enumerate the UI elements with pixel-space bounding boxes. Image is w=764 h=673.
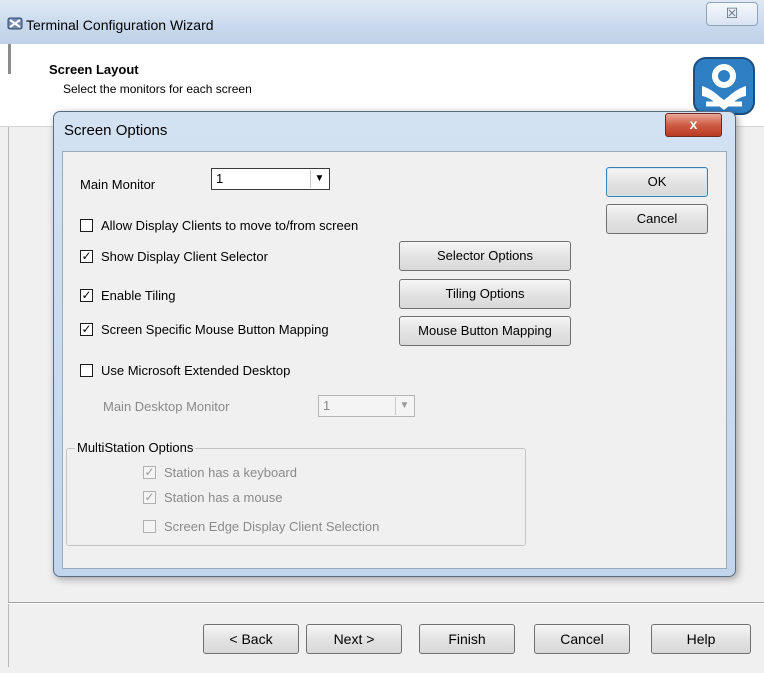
back-button[interactable]: < Back [203,624,299,654]
close-icon: ☒ [725,5,739,21]
dialog-cancel-button[interactable]: Cancel [606,204,708,234]
main-monitor-select[interactable]: 1 ▼ [211,168,330,190]
show-selector-checkbox[interactable]: ✓ [80,250,93,263]
main-monitor-value: 1 [216,171,224,186]
header-divider [8,44,11,74]
edge-selection-checkbox[interactable] [143,520,156,533]
dialog-close-button[interactable]: x [665,113,722,137]
thinmanager-logo-icon [693,57,755,115]
allow-move-checkbox[interactable] [80,219,93,232]
wizard-close-button[interactable]: ☒ [706,2,758,26]
main-desktop-monitor-select[interactable]: 1 ▼ [318,395,415,417]
page-title: Screen Layout [49,62,139,77]
edge-selection-label: Screen Edge Display Client Selection [164,519,380,534]
mouse-mapping-label: Screen Specific Mouse Button Mapping [101,322,329,337]
footer-separator [8,602,764,604]
main-desktop-monitor-value: 1 [323,398,331,413]
enable-tiling-checkbox[interactable]: ✓ [80,289,93,302]
main-desktop-monitor-label: Main Desktop Monitor [103,399,230,414]
multistation-title: MultiStation Options [75,440,196,455]
chevron-down-icon: ▼ [310,170,328,188]
has-mouse-checkbox[interactable]: ✓ [143,491,156,504]
help-button[interactable]: Help [651,624,751,654]
wizard-app-icon [7,17,23,30]
has-keyboard-checkbox[interactable]: ✓ [143,466,156,479]
selector-options-button[interactable]: Selector Options [399,241,571,271]
has-keyboard-label: Station has a keyboard [164,465,297,480]
dialog-title: Screen Options [64,122,168,139]
wizard-left-edge [8,127,9,667]
mouse-button-mapping-button[interactable]: Mouse Button Mapping [399,316,571,346]
mouse-mapping-checkbox[interactable]: ✓ [80,323,93,336]
extended-desktop-checkbox[interactable] [80,364,93,377]
enable-tiling-label: Enable Tiling [101,288,176,303]
tiling-options-button[interactable]: Tiling Options [399,279,571,309]
has-mouse-label: Station has a mouse [164,490,283,505]
allow-move-label: Allow Display Clients to move to/from sc… [101,218,359,233]
wizard-titlebar: Terminal Configuration Wizard ☒ [0,0,764,45]
wizard-title: Terminal Configuration Wizard [26,17,214,33]
wizard-cancel-button[interactable]: Cancel [534,624,630,654]
finish-button[interactable]: Finish [419,624,515,654]
next-button[interactable]: Next > [306,624,402,654]
chevron-down-icon: ▼ [395,397,413,415]
page-subtitle: Select the monitors for each screen [63,82,252,96]
ok-button[interactable]: OK [606,167,708,197]
show-selector-label: Show Display Client Selector [101,249,268,264]
main-monitor-label: Main Monitor [80,177,156,192]
extended-desktop-label: Use Microsoft Extended Desktop [101,363,291,378]
close-icon: x [689,116,698,132]
